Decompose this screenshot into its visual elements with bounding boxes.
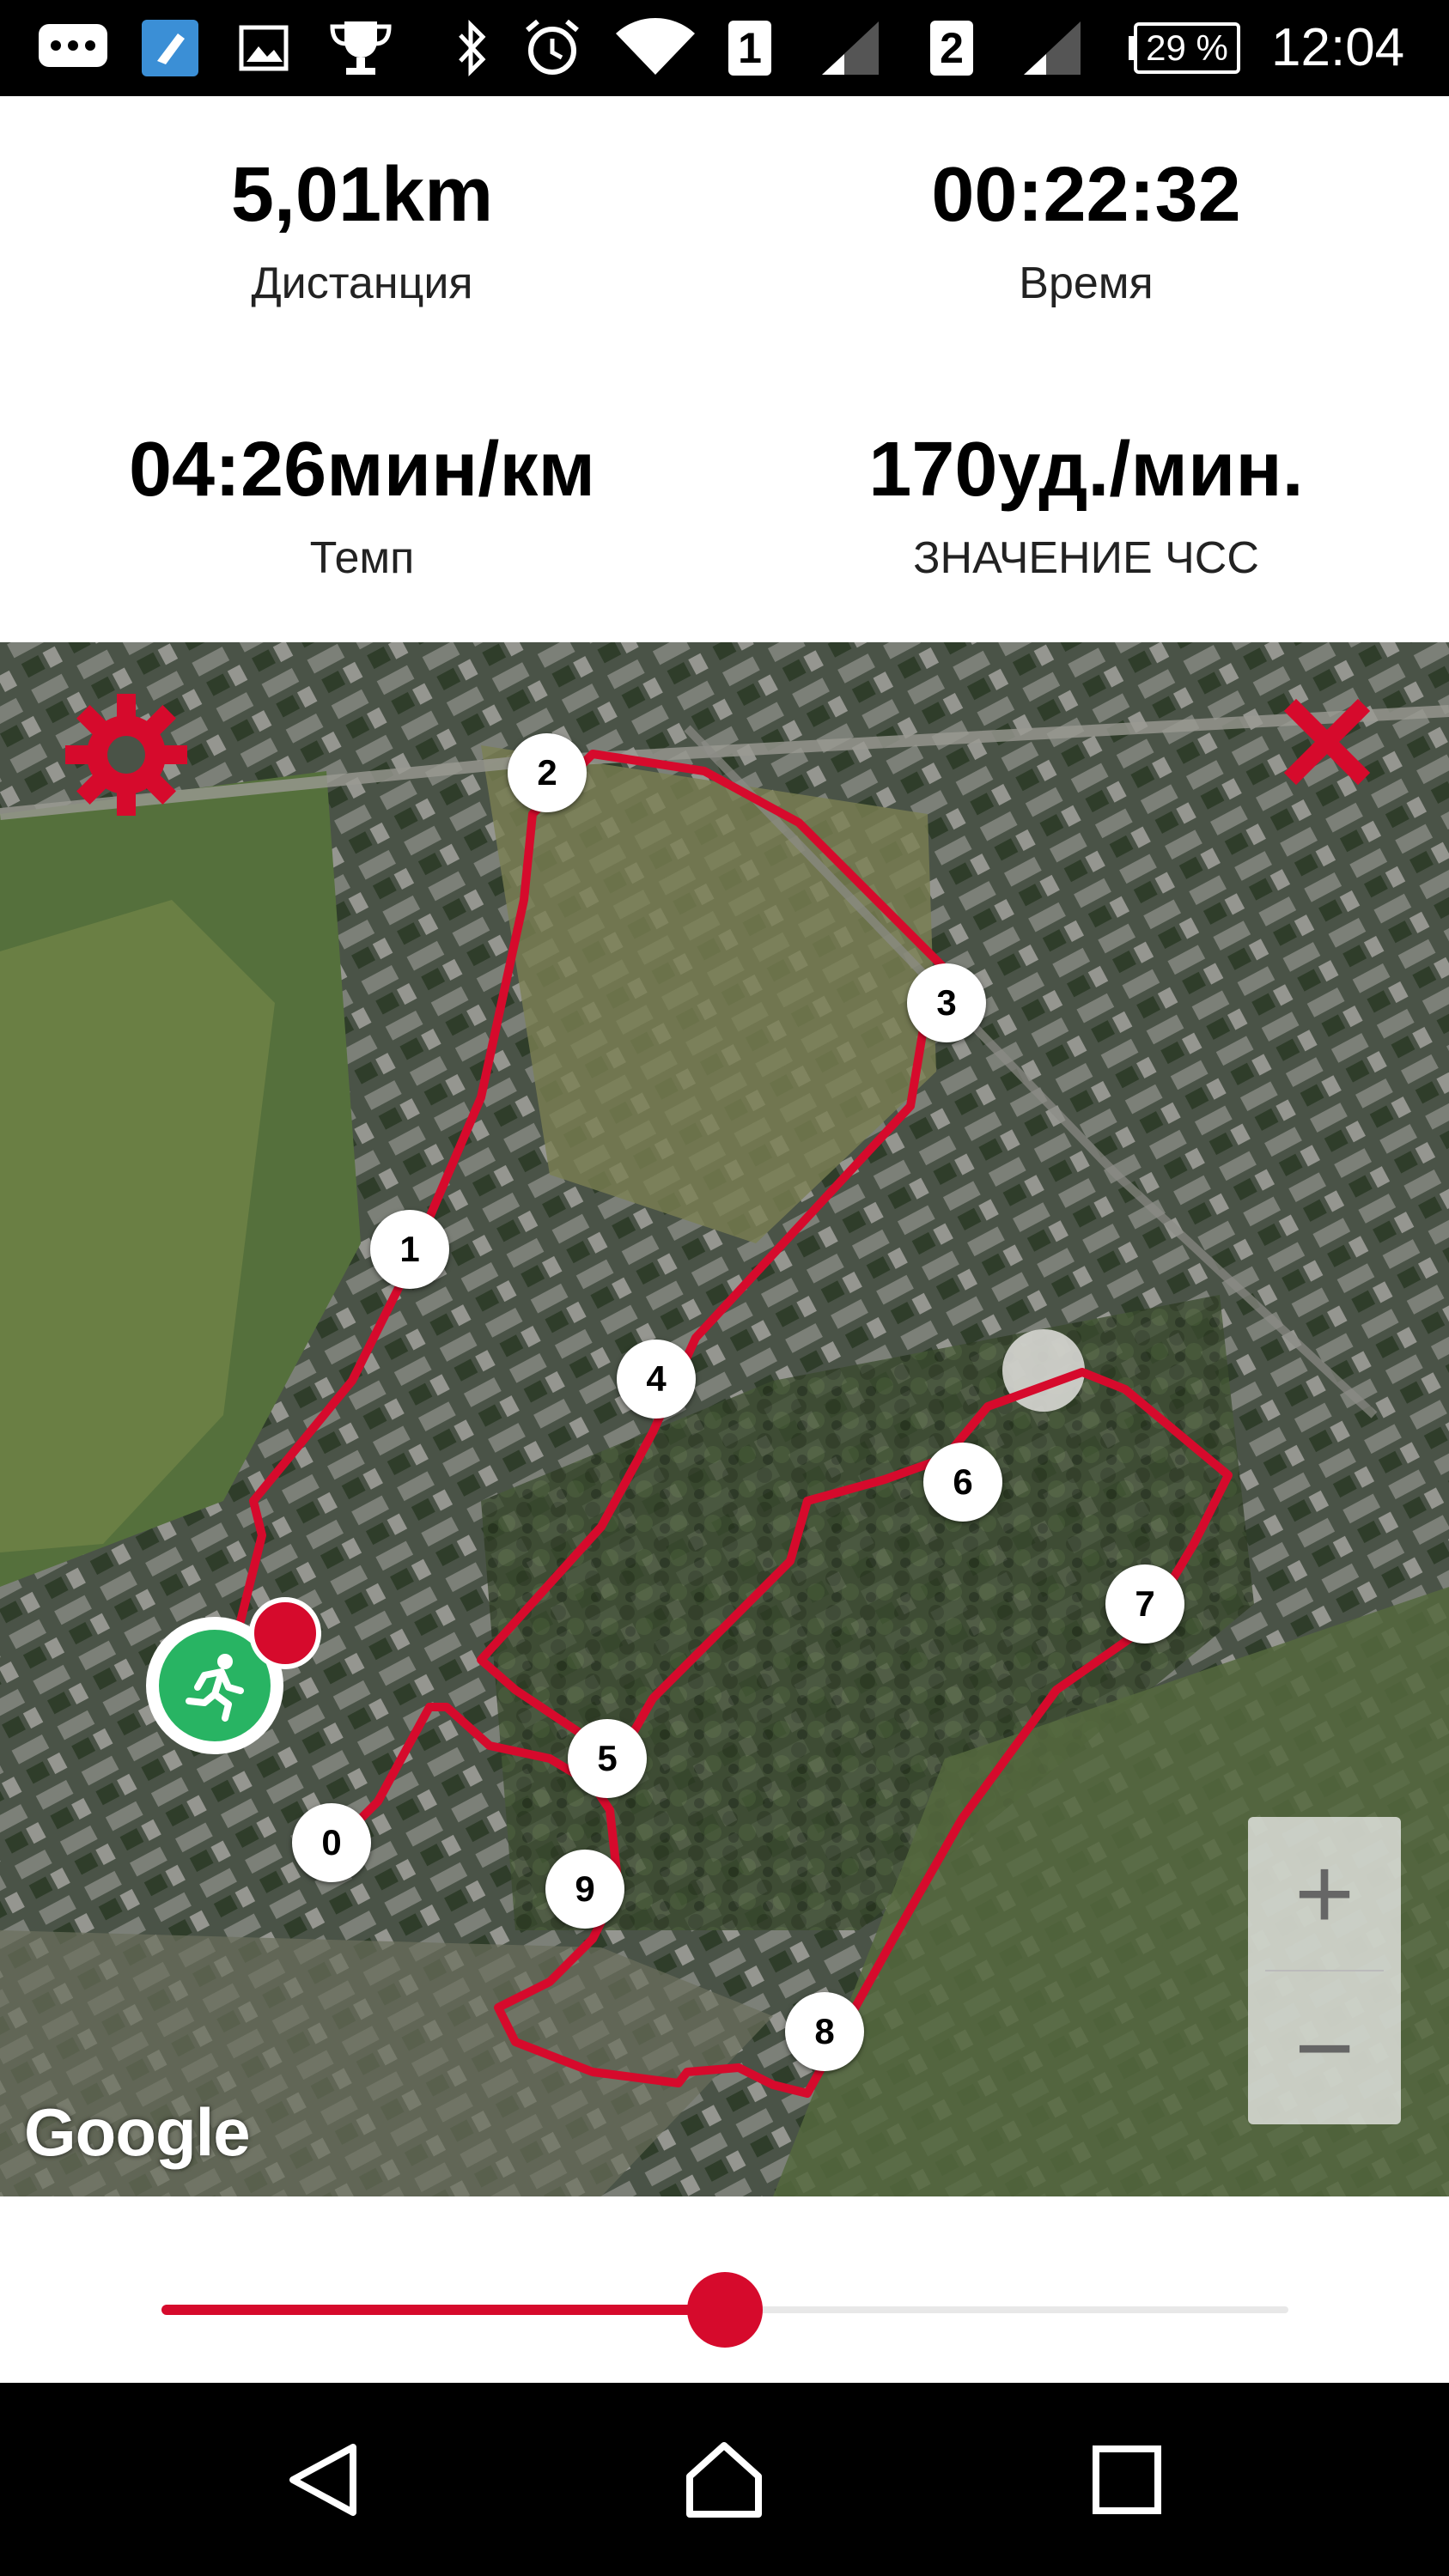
time-value: 00:22:32	[931, 152, 1241, 238]
back-button[interactable]	[238, 2383, 410, 2576]
distance-stat: 5,01km Дистанция	[0, 156, 724, 306]
sim2-signal-icon	[1018, 0, 1087, 96]
km-marker-5[interactable]: 5	[568, 1719, 647, 1798]
satellite-imagery	[0, 642, 1449, 2196]
route-map[interactable]: 1 2 3 4 5 6 7 8 9 0 Google + −	[0, 642, 1449, 2196]
time-stat: 00:22:32 Время	[724, 156, 1448, 306]
km-marker-7[interactable]: 7	[1105, 1564, 1184, 1643]
navigation-bar	[0, 2383, 1449, 2576]
slider-thumb[interactable]	[687, 2272, 763, 2348]
km-marker-8[interactable]: 8	[785, 1992, 864, 2071]
back-icon	[289, 2443, 356, 2516]
recents-button[interactable]	[1041, 2383, 1213, 2576]
close-button[interactable]	[1283, 698, 1371, 786]
time-label: Время	[1019, 258, 1154, 308]
heart-rate-stat: 170уд./мин. ЗНАЧЕНИЕ ЧСС	[724, 431, 1448, 580]
settings-button[interactable]	[62, 690, 191, 819]
google-logo: Google	[24, 2094, 251, 2170]
status-bar: 1 2 29 % 12:04	[0, 0, 1449, 96]
pace-stat: 04:26мин/км Темп	[0, 431, 724, 580]
km-marker-4[interactable]: 4	[617, 1340, 696, 1419]
current-position-marker	[249, 1597, 321, 1669]
distance-value: 5,01km	[230, 152, 494, 238]
sim2-icon: 2	[928, 0, 976, 96]
heart-rate-label: ЗНАЧЕНИЕ ЧСС	[913, 533, 1259, 583]
km-marker-3[interactable]: 3	[907, 963, 986, 1042]
zoom-controls: + −	[1248, 1817, 1401, 2124]
route-progress-slider[interactable]	[161, 2272, 1288, 2348]
distance-label: Дистанция	[251, 258, 473, 308]
trophy-icon	[326, 0, 395, 96]
km-marker-10[interactable]: 0	[292, 1803, 371, 1882]
gear-icon	[65, 694, 187, 816]
gallery-icon	[234, 0, 294, 96]
pace-value: 04:26мин/км	[128, 427, 596, 513]
battery-indicator: 29 %	[1134, 22, 1240, 74]
zoom-in-button[interactable]: +	[1248, 1817, 1401, 1970]
zoom-out-button[interactable]: −	[1248, 1971, 1401, 2124]
pace-label: Темп	[309, 533, 415, 583]
heart-rate-value: 170уд./мин.	[868, 427, 1304, 513]
alarm-icon	[520, 0, 585, 96]
sim1-icon: 1	[726, 0, 774, 96]
messages-icon	[34, 0, 112, 96]
slider-fill	[161, 2305, 725, 2315]
home-icon	[686, 2441, 762, 2518]
flashlight-app-icon	[137, 0, 203, 96]
close-icon	[1283, 698, 1371, 786]
km-marker-6[interactable]: 6	[923, 1443, 1002, 1522]
home-button[interactable]	[638, 2383, 810, 2576]
km-marker-9[interactable]: 9	[545, 1850, 624, 1929]
clock: 12:04	[1271, 18, 1405, 77]
sim1-signal-icon	[816, 0, 885, 96]
km-marker-1[interactable]: 1	[370, 1210, 449, 1289]
km-marker-2[interactable]: 2	[508, 733, 587, 812]
recents-icon	[1093, 2445, 1161, 2514]
wifi-icon	[614, 0, 697, 96]
running-man-icon	[186, 1654, 244, 1722]
bluetooth-icon	[447, 0, 498, 96]
